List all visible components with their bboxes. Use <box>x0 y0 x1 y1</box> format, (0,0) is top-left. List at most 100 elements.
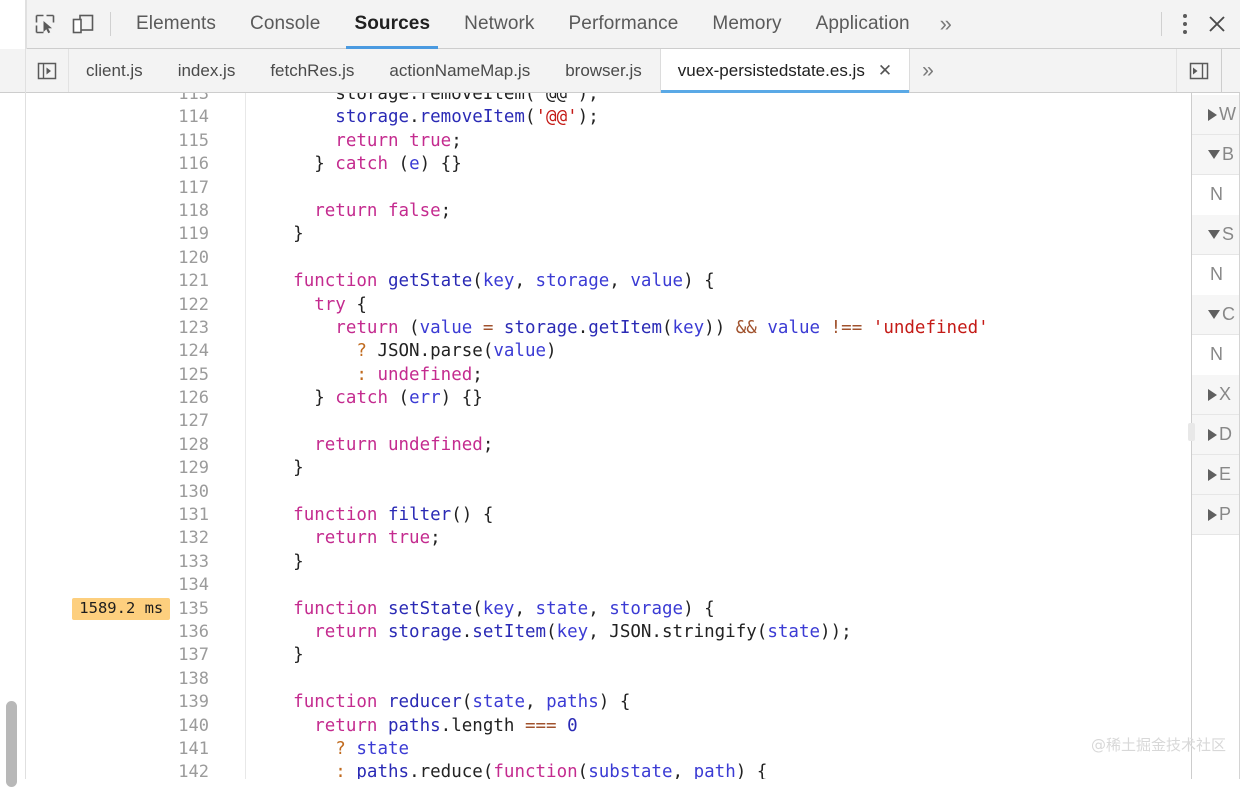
debugger-section-5[interactable]: C <box>1192 295 1239 335</box>
code-line: 119 } <box>27 223 1191 246</box>
tab-elements[interactable]: Elements <box>119 0 233 49</box>
file-tabbar-right-edge <box>1221 49 1240 92</box>
code-token: path <box>693 762 736 779</box>
triangle-right-icon <box>1208 428 1217 441</box>
line-number-115[interactable]: 115 <box>27 130 219 153</box>
debugger-section-8[interactable]: D <box>1192 415 1239 455</box>
code-token: ; <box>472 364 483 385</box>
code-line-content: storage.removeItem('@@'); <box>219 93 1191 106</box>
line-number-130[interactable]: 130 <box>27 481 219 504</box>
more-panels-icon[interactable]: » <box>927 0 965 49</box>
line-number-133[interactable]: 133 <box>27 551 219 574</box>
code-token: !== <box>830 317 863 338</box>
debugger-section-9[interactable]: E <box>1192 455 1239 495</box>
file-tab-vuex-persistedstate-es-js[interactable]: vuex-persistedstate.es.js ✕ <box>659 49 911 93</box>
line-number-125[interactable]: 125 <box>27 364 219 387</box>
line-number-126[interactable]: 126 <box>27 387 219 410</box>
file-tab-browser-js[interactable]: browser.js <box>548 49 660 92</box>
line-number-138[interactable]: 138 <box>27 668 219 691</box>
debugger-section-2[interactable]: N <box>1192 175 1239 215</box>
code-line: 1589.2 ms 135 function setState(key, stat… <box>27 598 1191 621</box>
line-number-113[interactable]: 113 <box>27 93 219 106</box>
debugger-section-1[interactable]: B <box>1192 135 1239 175</box>
line-number-119[interactable]: 119 <box>27 223 219 246</box>
line-number-122[interactable]: 122 <box>27 294 219 317</box>
debugger-section-7[interactable]: X <box>1192 375 1239 415</box>
device-toolbar-icon[interactable] <box>64 6 102 42</box>
file-tab-actionnamemap-js[interactable]: actionNameMap.js <box>372 49 548 92</box>
line-number-117[interactable]: 117 <box>27 177 219 200</box>
code-token: ( <box>461 692 473 713</box>
line-number-116[interactable]: 116 <box>27 153 219 176</box>
line-number-121[interactable]: 121 <box>27 270 219 293</box>
sidebar-resize-handle[interactable] <box>1188 423 1195 441</box>
file-tab-index-js[interactable]: index.js <box>161 49 254 92</box>
line-number-label: 142 <box>178 762 209 779</box>
source-code-editor[interactable]: 113 storage.removeItem('@@'); 114 storage… <box>27 93 1191 779</box>
tab-console[interactable]: Console <box>233 0 337 49</box>
line-number-142[interactable]: 142 <box>27 761 219 779</box>
tab-network[interactable]: Network <box>447 0 551 49</box>
show-debugger-sidebar-icon[interactable] <box>1177 61 1221 81</box>
file-tab-fetchres-js[interactable]: fetchRes.js <box>253 49 372 92</box>
code-token: , JSON.stringify( <box>588 621 768 642</box>
line-number-139[interactable]: 139 <box>27 691 219 714</box>
line-number-128[interactable]: 128 <box>27 434 219 457</box>
show-navigator-icon[interactable] <box>26 49 69 92</box>
line-number-136[interactable]: 136 <box>27 621 219 644</box>
code-token: . <box>461 621 473 642</box>
tab-performance[interactable]: Performance <box>552 0 696 49</box>
line-number-137[interactable]: 137 <box>27 644 219 667</box>
line-number-124[interactable]: 124 <box>27 340 219 363</box>
code-line: 117 <box>27 177 1191 200</box>
file-tab-label: client.js <box>86 60 143 80</box>
kebab-menu-icon[interactable] <box>1170 7 1200 41</box>
code-line: 142 : paths.reduce(function(substate, pa… <box>27 761 1191 779</box>
line-number-140[interactable]: 140 <box>27 715 219 738</box>
close-icon[interactable] <box>1200 7 1234 41</box>
code-token: return <box>314 434 378 455</box>
line-number-118[interactable]: 118 <box>27 200 219 223</box>
debugger-section-6[interactable]: N <box>1192 335 1239 375</box>
line-number-114[interactable]: 114 <box>27 106 219 129</box>
line-number-131[interactable]: 131 <box>27 504 219 527</box>
line-number-120[interactable]: 120 <box>27 247 219 270</box>
code-token: removeItem <box>419 107 525 128</box>
inspect-element-icon[interactable] <box>26 6 64 42</box>
tab-memory[interactable]: Memory <box>695 0 798 49</box>
tab-application[interactable]: Application <box>799 0 927 49</box>
line-number-141[interactable]: 141 <box>27 738 219 761</box>
debugger-section-10[interactable]: P <box>1192 495 1239 535</box>
code-token: setState <box>388 598 473 619</box>
line-number-134[interactable]: 134 <box>27 574 219 597</box>
debugger-section-3[interactable]: S <box>1192 215 1239 255</box>
code-token: filter <box>388 505 452 526</box>
code-token: undefined <box>387 434 483 455</box>
line-number-129[interactable]: 129 <box>27 457 219 480</box>
debugger-section-0[interactable]: W <box>1192 95 1239 135</box>
code-token: 0 <box>567 715 578 736</box>
vertical-scrollbar-thumb[interactable] <box>6 701 17 787</box>
debugger-section-4[interactable]: N <box>1192 255 1239 295</box>
line-number-123[interactable]: 123 <box>27 317 219 340</box>
tab-sources[interactable]: Sources <box>337 0 447 49</box>
close-tab-icon[interactable]: ✕ <box>878 62 892 79</box>
more-file-tabs-icon[interactable]: » <box>910 49 946 92</box>
line-number-132[interactable]: 132 <box>27 527 219 550</box>
source-file-tabbar: client.js index.js fetchRes.js actionNam… <box>0 49 1240 93</box>
code-line-content: function getState(key, storage, value) { <box>219 270 1191 293</box>
line-number-127[interactable]: 127 <box>27 410 219 433</box>
toolbar-divider-right <box>1161 12 1162 36</box>
line-number-label: 119 <box>178 224 209 245</box>
file-tab-client-js[interactable]: client.js <box>69 49 161 92</box>
code-line-content <box>219 410 1191 433</box>
line-number-135[interactable]: 1589.2 ms 135 <box>27 598 219 621</box>
line-number-label: 133 <box>178 551 209 572</box>
